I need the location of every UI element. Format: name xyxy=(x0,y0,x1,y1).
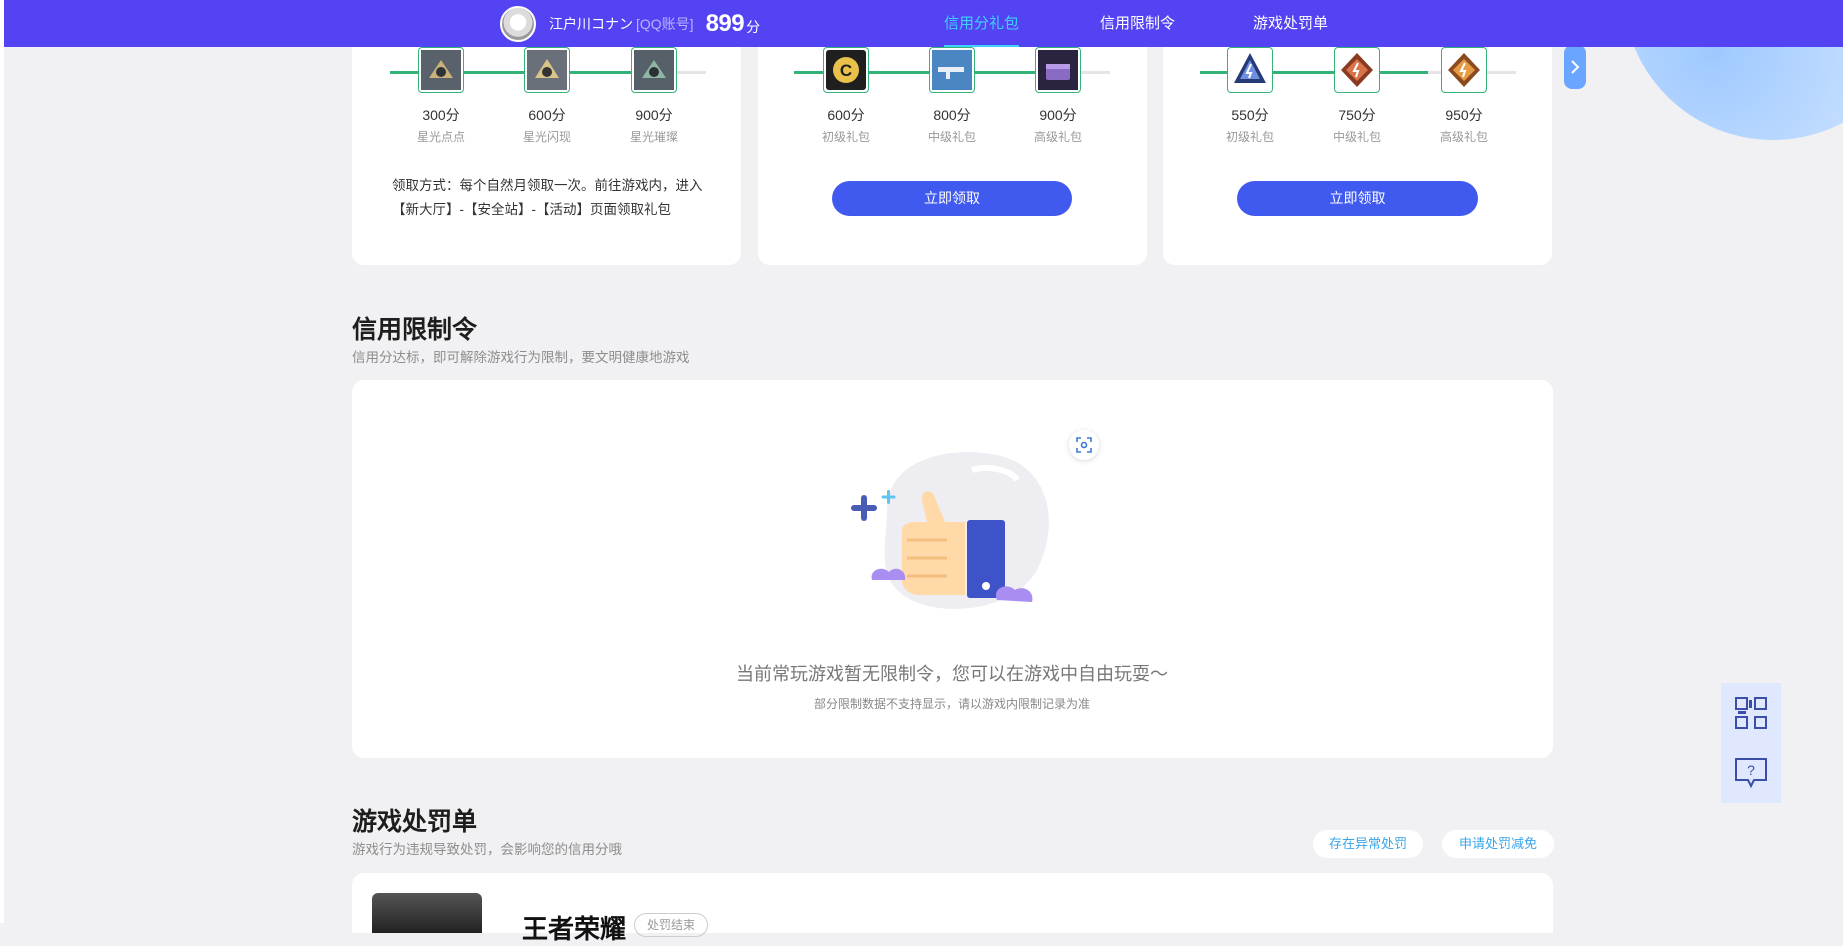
reward-name: 高级礼包 xyxy=(1439,130,1488,144)
reward-name: 中级礼包 xyxy=(927,130,976,144)
question-chat-icon: ? xyxy=(1735,758,1767,789)
reward-name: 星光闪现 xyxy=(522,130,571,144)
reward-name: 初级礼包 xyxy=(821,130,870,144)
carousel-next-button[interactable] xyxy=(1564,45,1586,89)
thumbs-up-illustration xyxy=(851,452,1049,609)
penalty-title: 游戏处罚单 xyxy=(352,808,478,836)
reward-item[interactable]: 600分 星光闪现 xyxy=(512,47,582,145)
reward-points: 900分 xyxy=(635,107,673,123)
penalty-subtitle: 游戏行为违规导致处罚，会影响您的信用分哦 xyxy=(352,842,622,857)
reward-name: 星光点点 xyxy=(416,130,465,144)
reward-item[interactable]: 900分 高级礼包 xyxy=(1023,47,1093,145)
penalty-game-card[interactable]: 王者荣耀 处罚结束 xyxy=(352,873,1553,944)
restriction-subtitle: 信用分达标，即可解除游戏行为限制，要文明健康地游戏 xyxy=(352,350,690,365)
reward-points: 900分 xyxy=(1039,107,1077,123)
badge-icon xyxy=(1441,47,1487,93)
top-navigation-bar: 江户川コナン [QQ账号] 899 分 信用分礼包 信用限制令 游戏处罚单 xyxy=(4,0,1843,47)
username: 江户川コナン xyxy=(549,16,633,32)
reward-points: 600分 xyxy=(827,107,865,123)
reward-points: 800分 xyxy=(933,107,971,123)
reward-name: 星光璀璨 xyxy=(629,130,678,144)
reward-item[interactable]: 300分 星光点点 xyxy=(406,47,476,145)
reward-points: 550分 xyxy=(1231,107,1269,123)
chevron-right-icon xyxy=(1571,60,1580,74)
reward-item[interactable]: 550分 初级礼包 xyxy=(1215,47,1285,145)
screenshot-button[interactable] xyxy=(1069,430,1099,460)
game-name: 王者荣耀 xyxy=(522,914,627,944)
game-cover xyxy=(372,893,482,933)
reward-item[interactable]: 900分 星光璀璨 xyxy=(619,47,689,145)
gift-card-1: 300分 星光点点 600分 星光闪现 900分 星光璀璨 领取方式：每个自然月… xyxy=(352,10,741,265)
avatar[interactable] xyxy=(500,6,536,42)
user-info: 江户川コナン [QQ账号] 899 分 xyxy=(500,6,760,42)
badge-icon xyxy=(1334,47,1380,93)
claim-button[interactable]: 立即领取 xyxy=(832,181,1072,216)
tab-credit-restriction[interactable]: 信用限制令 xyxy=(1100,0,1175,47)
credit-score: 899 xyxy=(705,10,745,37)
account-type: [QQ账号] xyxy=(636,16,694,32)
reward-points: 300分 xyxy=(422,107,460,123)
gun-icon xyxy=(929,47,975,93)
reward-points: 750分 xyxy=(1338,107,1376,123)
penalty-reduction-button[interactable]: 申请处罚减免 xyxy=(1442,830,1554,858)
drone-icon xyxy=(631,47,677,93)
scan-icon xyxy=(1076,437,1092,453)
penalty-status-badge: 处罚结束 xyxy=(634,913,709,937)
claim-button[interactable]: 立即领取 xyxy=(1237,181,1478,216)
empty-state-message: 当前常玩游戏暂无限制令，您可以在游戏中自由玩耍～ xyxy=(736,664,1168,684)
reward-item[interactable]: 750分 中级礼包 xyxy=(1322,47,1392,145)
coin-icon: C xyxy=(823,47,869,93)
svg-text:?: ? xyxy=(1747,762,1755,778)
drone-icon xyxy=(418,47,464,93)
reward-item[interactable]: C 600分 初级礼包 xyxy=(811,47,881,145)
gift-card-2: C 600分 初级礼包 800分 中级礼包 900分 高级礼包 立即领取 xyxy=(758,10,1147,265)
reward-name: 初级礼包 xyxy=(1225,130,1274,144)
reward-name: 高级礼包 xyxy=(1033,130,1082,144)
reward-points: 950分 xyxy=(1445,107,1483,123)
window-edge xyxy=(0,0,4,923)
credit-score-unit: 分 xyxy=(746,19,761,35)
reward-item[interactable]: 800分 中级礼包 xyxy=(917,47,987,145)
drone-icon xyxy=(524,47,570,93)
reward-name: 中级礼包 xyxy=(1332,130,1381,144)
claim-instructions: 领取方式：每个自然月领取一次。前往游戏内，进入【新大厅】-【安全站】-【活动】页… xyxy=(392,178,703,217)
reward-item[interactable]: 950分 高级礼包 xyxy=(1429,47,1499,145)
svg-text:C: C xyxy=(840,61,852,80)
qr-code-icon xyxy=(1735,697,1767,729)
restriction-title: 信用限制令 xyxy=(352,316,478,344)
qrcode-button[interactable] xyxy=(1721,683,1781,743)
abnormal-penalty-button[interactable]: 存在异常处罚 xyxy=(1313,830,1423,858)
tab-game-penalty[interactable]: 游戏处罚单 xyxy=(1253,0,1328,47)
badge-icon xyxy=(1227,47,1273,93)
chest-icon xyxy=(1035,47,1081,93)
tab-credit-gift[interactable]: 信用分礼包 xyxy=(944,0,1020,47)
help-button[interactable]: ? xyxy=(1721,743,1781,803)
empty-state-note: 部分限制数据不支持显示，请以游戏内限制记录为准 xyxy=(813,697,1090,711)
reward-points: 600分 xyxy=(528,107,566,123)
gift-card-3: 550分 初级礼包 750分 中级礼包 950分 高级礼包 立即领取 xyxy=(1163,10,1552,265)
